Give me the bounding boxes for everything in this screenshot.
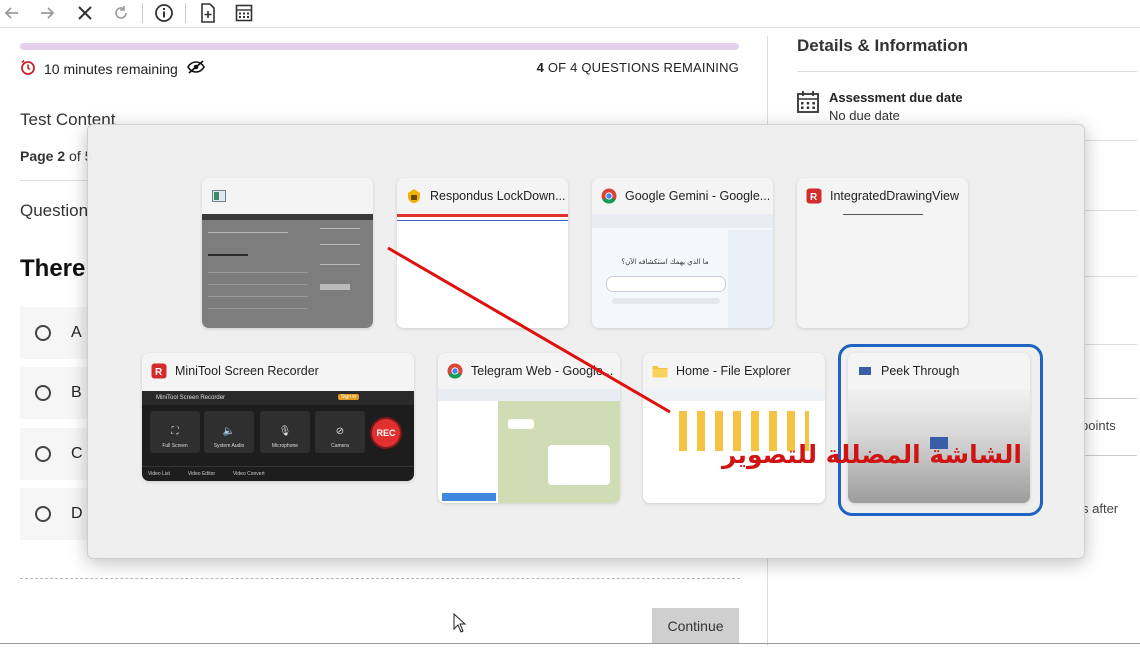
annotation-text: الشاشة المضللة للتصوير <box>722 440 1022 469</box>
annotation-arrow <box>387 246 671 414</box>
